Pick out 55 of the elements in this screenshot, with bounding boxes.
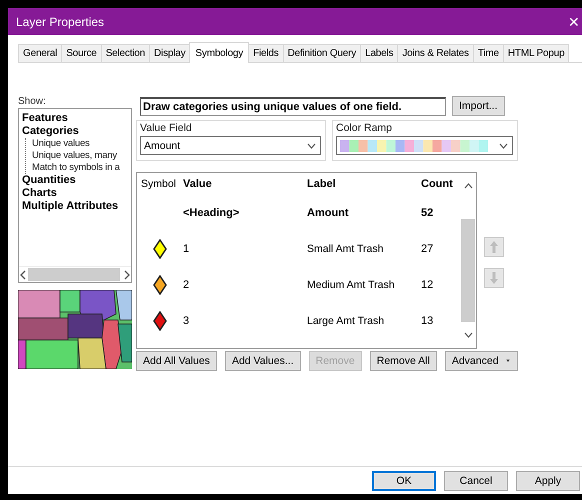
- tree-item[interactable]: Unique values, many: [26, 150, 117, 162]
- tab[interactable]: Joins & Relates: [397, 44, 474, 62]
- tab[interactable]: Labels: [360, 44, 398, 62]
- group-label: Color Ramp: [336, 122, 394, 134]
- show-label: Show:: [18, 96, 47, 107]
- tree-item[interactable]: Charts: [22, 187, 57, 200]
- tree-item[interactable]: Match to symbols in a: [26, 162, 120, 174]
- tree-item[interactable]: Categories: [22, 125, 79, 138]
- ok-button[interactable]: OK: [372, 470, 436, 490]
- import-button[interactable]: Import...: [452, 96, 505, 116]
- column-header[interactable]: Label: [301, 178, 415, 190]
- description-text: Draw categories using unique values of one field.: [140, 96, 446, 116]
- chevron-down-icon: [307, 142, 316, 148]
- button[interactable]: Add All Values: [136, 351, 217, 371]
- table-cell-text: Medium Amt Trash: [306, 279, 396, 291]
- tree-item[interactable]: Quantities: [22, 174, 76, 187]
- table-cell-text: Amount: [306, 207, 350, 219]
- tab[interactable]: Definition Query: [282, 44, 362, 62]
- table-cell-text: 13: [420, 315, 434, 327]
- tree-item[interactable]: Unique values: [26, 138, 90, 150]
- tab[interactable]: Source: [61, 44, 102, 62]
- column-header[interactable]: Value: [177, 178, 301, 190]
- close-button[interactable]: ✕: [568, 14, 582, 30]
- table-cell-text: 3: [182, 315, 190, 327]
- table-cell-text: <Heading>: [182, 207, 240, 219]
- value-field-dropdown[interactable]: Amount: [140, 136, 321, 155]
- tab[interactable]: Fields: [248, 44, 284, 62]
- color-ramp-dropdown[interactable]: [336, 136, 513, 155]
- tab[interactable]: Display: [149, 44, 190, 62]
- button[interactable]: Remove All: [370, 351, 437, 371]
- table-cell-text: Large Amt Trash: [306, 315, 386, 327]
- tab[interactable]: Symbology: [189, 42, 250, 63]
- button[interactable]: Add Values...: [224, 351, 301, 371]
- group-label: Value Field: [140, 122, 193, 134]
- table-cell-text: 2: [182, 279, 190, 291]
- column-header[interactable]: Count: [415, 178, 455, 190]
- horizontal-scrollbar[interactable]: [19, 266, 131, 282]
- tab[interactable]: Selection: [100, 44, 150, 62]
- button[interactable]: Cancel: [444, 470, 508, 490]
- window-title: Layer Properties: [16, 14, 104, 28]
- chevron-down-icon: [499, 142, 508, 148]
- table-cell-text: 27: [420, 243, 434, 255]
- table-cell-text: 52: [420, 207, 434, 219]
- tree-item[interactable]: Features: [22, 112, 68, 125]
- tab[interactable]: HTML Popup: [502, 44, 570, 62]
- tab[interactable]: General: [18, 44, 62, 62]
- table-cell-text: Small Amt Trash: [306, 243, 384, 255]
- table-cell-text: 1: [182, 243, 190, 255]
- tree-item[interactable]: Multiple Attributes: [22, 200, 118, 213]
- caret-down-icon: [504, 358, 511, 364]
- table-cell-text: 12: [420, 279, 434, 291]
- tab[interactable]: Time: [472, 44, 504, 62]
- button[interactable]: Apply: [516, 470, 580, 490]
- dropdown-button[interactable]: Advanced: [444, 351, 518, 371]
- column-header[interactable]: Symbol: [137, 178, 177, 190]
